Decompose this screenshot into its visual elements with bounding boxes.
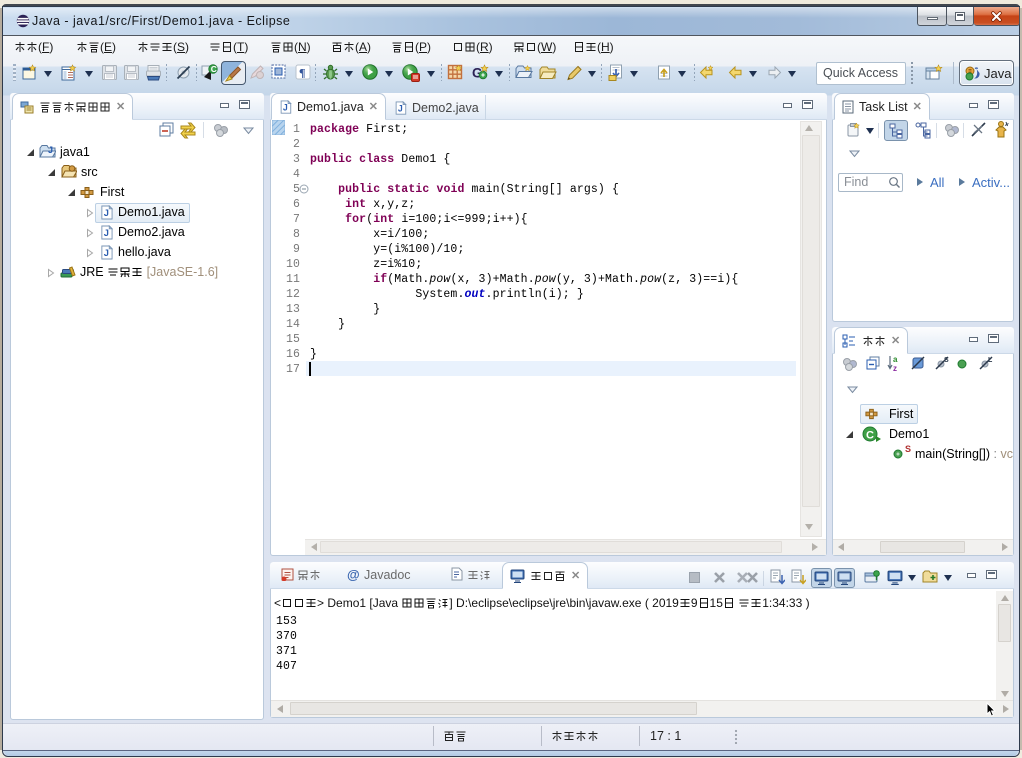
svg-text:z: z	[893, 364, 897, 372]
svg-text:S: S	[944, 357, 949, 364]
svg-text:J: J	[104, 248, 109, 258]
svg-text:C: C	[866, 430, 874, 442]
svg-text:C: C	[211, 64, 217, 74]
svg-text:J: J	[104, 228, 109, 238]
svg-text:J: J	[104, 208, 109, 218]
svg-text:¶: ¶	[299, 66, 305, 80]
svg-text:a: a	[893, 355, 898, 364]
svg-text:J: J	[283, 102, 288, 112]
svg-text:L: L	[988, 357, 993, 364]
svg-text:J: J	[398, 103, 403, 113]
svg-text:J: J	[48, 145, 53, 155]
